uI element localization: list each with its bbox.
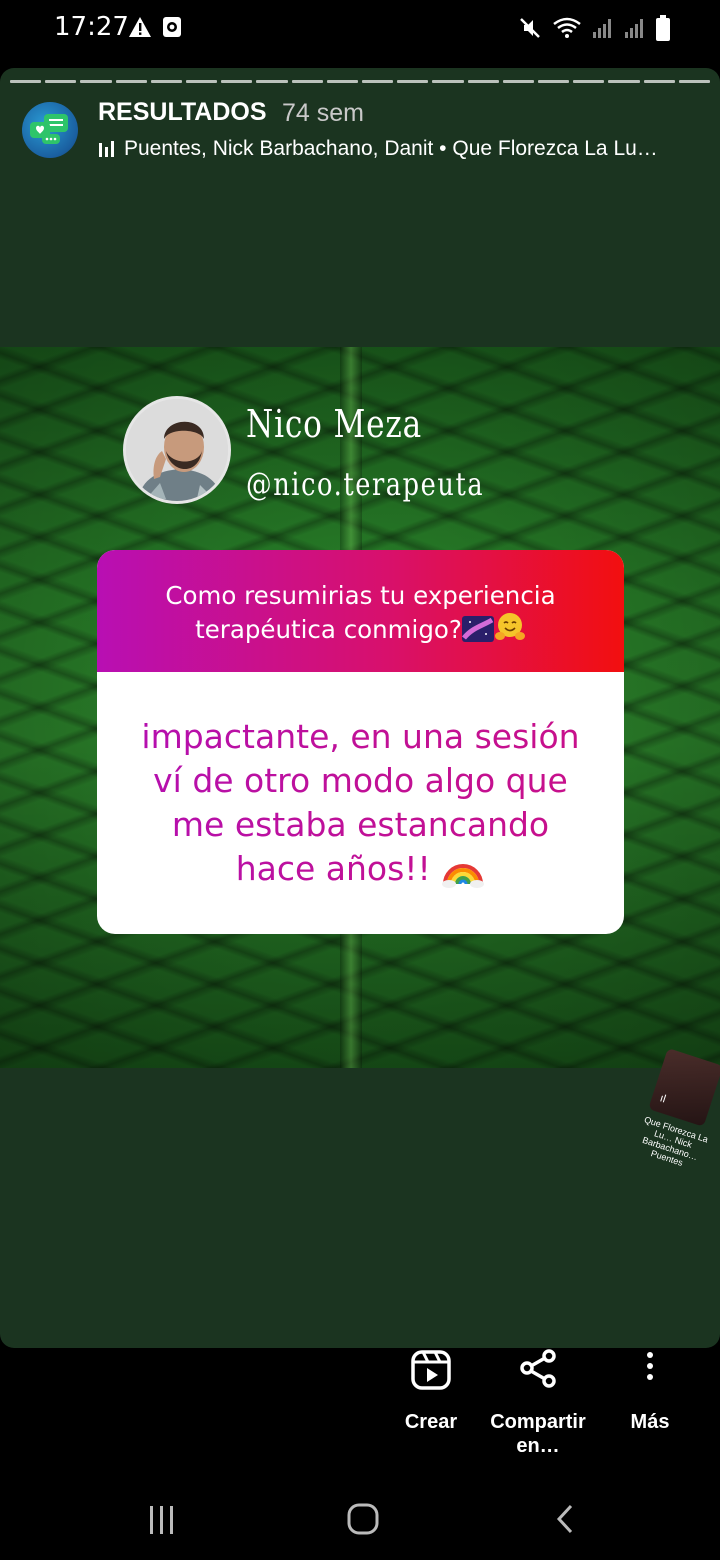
progress-segment [397, 80, 429, 83]
progress-segment [467, 80, 499, 83]
progress-segment [80, 80, 112, 83]
music-bars-icon [99, 141, 114, 157]
hugging-face-emoji-icon [494, 613, 525, 640]
galaxy-emoji-icon [461, 616, 494, 642]
progress-segment [291, 80, 323, 83]
share-button[interactable]: Compartir en… [474, 1348, 602, 1458]
status-time: 17:27 [54, 12, 129, 42]
progress-segment [432, 80, 464, 83]
progress-segment [678, 80, 711, 83]
signal-icon [625, 19, 643, 38]
story-age: 74 sem [282, 99, 364, 127]
home-icon[interactable] [347, 1503, 379, 1535]
reels-icon [411, 1350, 451, 1390]
rainbow-emoji-icon [442, 864, 485, 888]
mute-icon [520, 18, 540, 38]
back-icon[interactable] [555, 1504, 575, 1534]
story-progress-bar [10, 80, 711, 83]
status-right-icons [518, 14, 670, 42]
progress-segment [45, 80, 77, 83]
profile-photo [123, 396, 231, 504]
progress-segment [538, 80, 570, 83]
progress-segment [643, 80, 675, 83]
system-navigation-bar [0, 1468, 720, 1560]
answer-text: impactante, en una sesión ví de otro mod… [141, 717, 580, 888]
progress-segment [10, 80, 42, 83]
progress-segment [326, 80, 359, 83]
profile-handle: @nico.terapeuta [246, 465, 485, 503]
progress-segment [573, 80, 605, 83]
share-icon [520, 1349, 556, 1388]
progress-segment [221, 80, 253, 83]
progress-segment [362, 80, 394, 83]
recents-icon[interactable] [148, 1506, 176, 1534]
story-actions-bar: Crear Compartir en… Más [0, 1348, 720, 1468]
note-icon [163, 17, 181, 37]
progress-segment [502, 80, 535, 83]
more-button[interactable]: Más [595, 1348, 705, 1434]
wifi-icon [553, 17, 581, 38]
more-vertical-icon [647, 1352, 653, 1380]
warning-icon [129, 17, 151, 37]
question-header: Como resumirias tu experiencia terapéuti… [97, 550, 624, 672]
question-text-block: Como resumirias tu experiencia terapéuti… [117, 580, 604, 646]
progress-segment [150, 80, 183, 83]
music-label: Puentes, Nick Barbachano, Danit • Que Fl… [124, 137, 658, 160]
question-sticker: Como resumirias tu experiencia terapéuti… [97, 550, 624, 934]
signal-icon [593, 19, 611, 38]
more-label: Más [630, 1411, 670, 1433]
progress-segment [256, 80, 288, 83]
create-button[interactable]: Crear [376, 1348, 486, 1434]
story-account-name[interactable]: RESULTADOS [98, 98, 267, 127]
create-label: Crear [404, 1411, 458, 1433]
story-music-info[interactable]: Puentes, Nick Barbachano, Danit • Que Fl… [98, 134, 698, 164]
progress-segment [115, 80, 147, 83]
story-panel[interactable]: RESULTADOS 74 sem Puentes, Nick Barbacha… [0, 68, 720, 1348]
profile-name: Nico Meza [246, 402, 423, 446]
account-avatar[interactable] [22, 102, 78, 158]
battery-icon [656, 15, 670, 41]
status-bar: 17:27 [0, 0, 720, 60]
chat-bubbles-icon [30, 114, 68, 144]
progress-segment [186, 80, 218, 83]
share-label: Compartir en… [490, 1411, 586, 1457]
answer-text-block: impactante, en una sesión ví de otro mod… [127, 715, 594, 891]
progress-segment [608, 80, 640, 83]
